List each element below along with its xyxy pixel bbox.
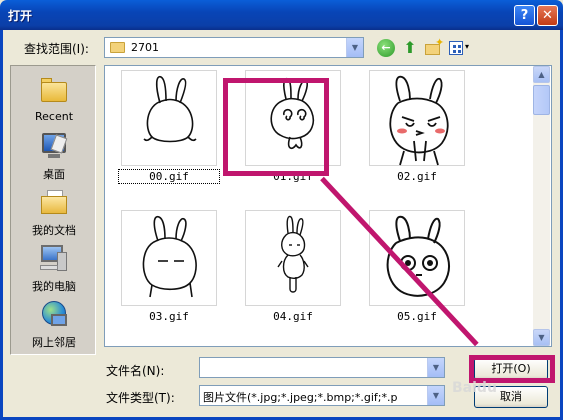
place-label: Recent (34, 110, 74, 123)
place-recent[interactable]: Recent (11, 72, 97, 128)
highlight-box-file (223, 78, 329, 176)
close-button[interactable]: ✕ (537, 5, 558, 26)
file-name[interactable]: 02.gif (367, 170, 467, 183)
up-folder-icon[interactable]: ⬆ (401, 39, 419, 58)
chevron-down-icon[interactable]: ▼ (346, 38, 363, 57)
vertical-scrollbar[interactable]: ▲ ▼ (533, 66, 550, 346)
file-name[interactable]: 03.gif (119, 310, 219, 323)
place-network[interactable]: 网上邻居 (11, 296, 97, 352)
sparkle-icon: ✦ (435, 36, 445, 49)
file-name-input[interactable]: ▼ (199, 357, 445, 378)
highlight-box-open-button (469, 355, 555, 383)
scroll-thumb[interactable] (533, 85, 550, 115)
place-my-computer[interactable]: 我的电脑 (11, 240, 97, 296)
file-thumbnail[interactable] (121, 70, 217, 166)
watermark-text: Baidu (452, 380, 497, 396)
place-label: 桌面 (43, 168, 65, 181)
help-button[interactable]: ? (514, 5, 535, 26)
file-name[interactable]: 00.gif (118, 169, 220, 184)
place-label: 网上邻居 (32, 336, 76, 349)
look-in-label: 查找范围(I): (24, 42, 89, 56)
file-thumbnail[interactable] (369, 210, 465, 306)
views-menu-icon[interactable]: ▾ (449, 39, 473, 57)
place-label: 我的电脑 (32, 280, 76, 293)
file-thumbnail[interactable] (121, 210, 217, 306)
scroll-up-button[interactable]: ▲ (533, 66, 550, 83)
file-thumbnail[interactable] (245, 210, 341, 306)
file-thumbnail[interactable] (369, 70, 465, 166)
desktop-icon (39, 132, 69, 160)
my-computer-icon (39, 244, 69, 272)
place-desktop[interactable]: 桌面 (11, 128, 97, 184)
file-name-label: 文件名(N): (106, 364, 165, 378)
place-my-documents[interactable]: 我的文档 (11, 184, 97, 240)
views-dropdown-arrow: ▾ (465, 42, 470, 51)
folder-icon (110, 42, 125, 53)
window-title: 打开 (8, 9, 33, 23)
file-type-value: 图片文件(*.jpg;*.jpeg;*.bmp;*.gif;*.p (203, 391, 398, 404)
look-in-combo[interactable]: 2701 ▼ (104, 37, 364, 58)
new-folder-icon[interactable]: ✦ (425, 36, 445, 57)
file-type-select[interactable]: 图片文件(*.jpg;*.jpeg;*.bmp;*.gif;*.p ▼ (199, 385, 445, 406)
recent-icon (39, 76, 69, 104)
my-documents-icon (39, 188, 69, 216)
scroll-down-button[interactable]: ▼ (533, 329, 550, 346)
file-name[interactable]: 04.gif (243, 310, 343, 323)
file-type-label: 文件类型(T): (106, 391, 175, 405)
look-in-value: 2701 (131, 41, 159, 54)
view-grid-icon (449, 41, 463, 55)
chevron-down-icon[interactable]: ▼ (427, 386, 444, 405)
title-bar: 打开 ? ✕ (0, 0, 563, 30)
back-icon[interactable]: ← (377, 39, 395, 57)
places-bar: Recent 桌面 我的文档 我的电脑 网上邻居 (10, 65, 96, 355)
chevron-down-icon[interactable]: ▼ (427, 358, 444, 377)
network-icon (39, 300, 69, 328)
place-label: 我的文档 (32, 224, 76, 237)
